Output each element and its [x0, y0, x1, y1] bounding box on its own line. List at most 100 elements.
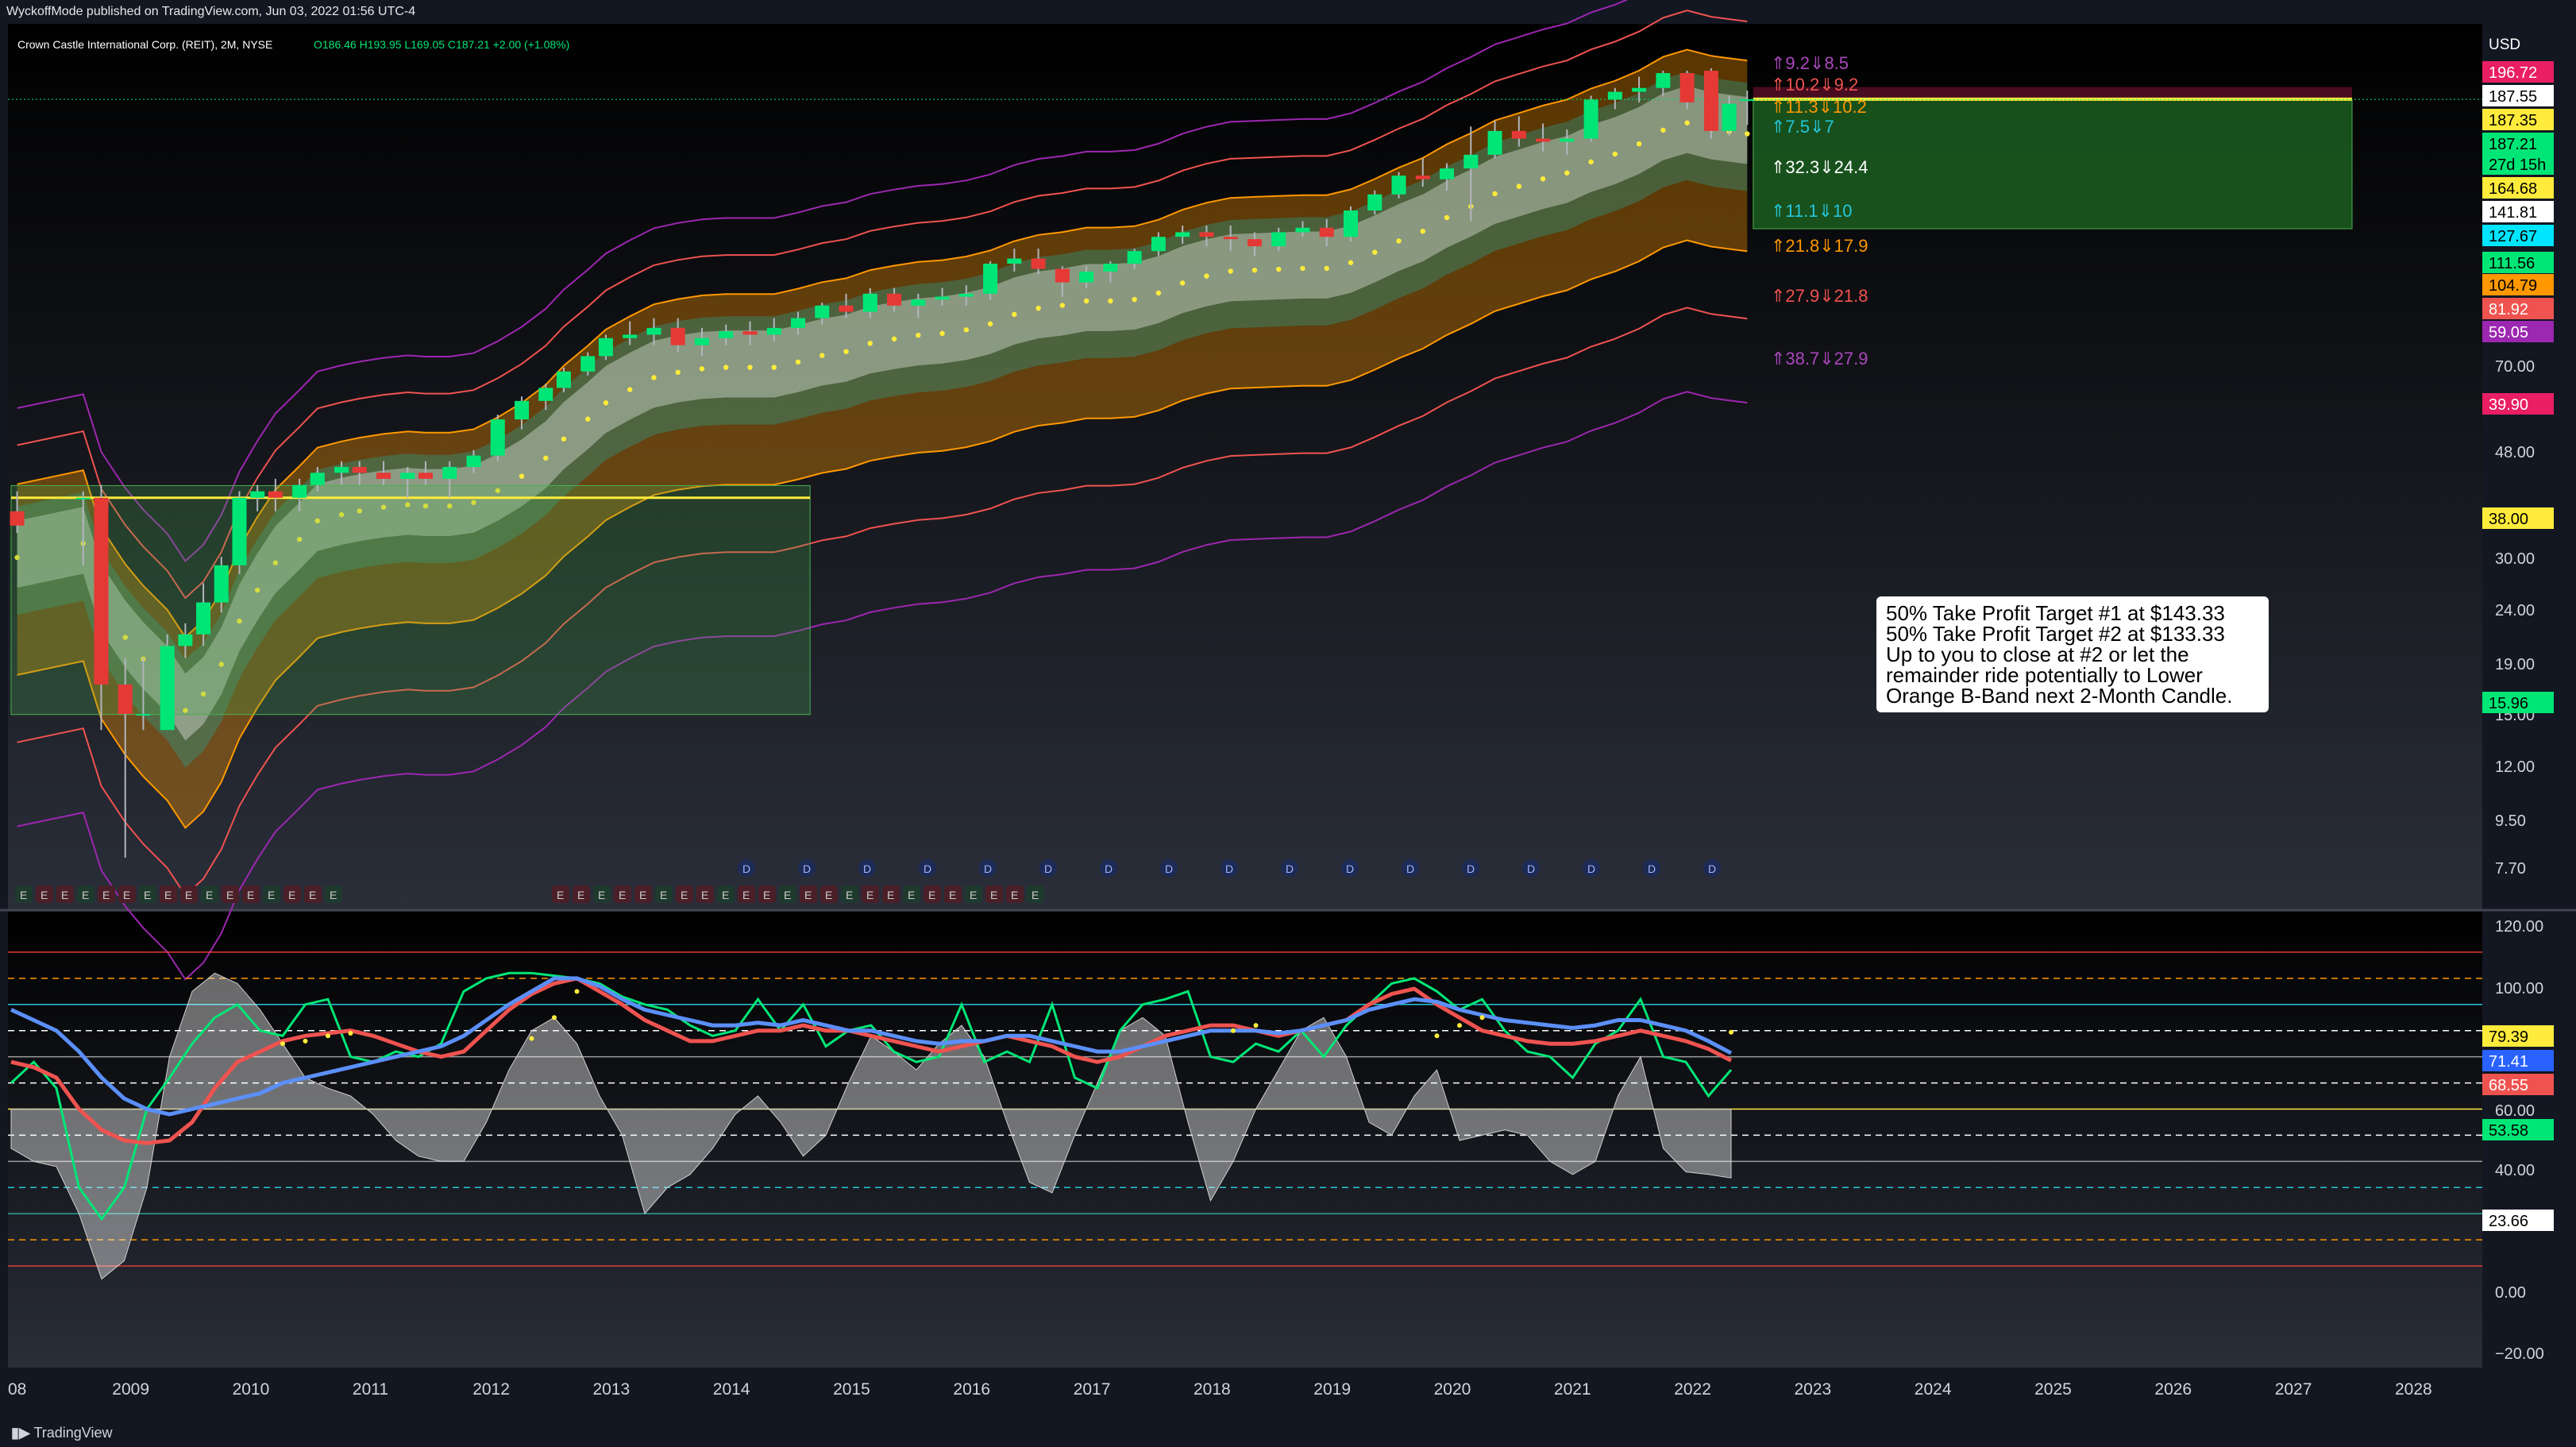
event-badge-letter: E — [268, 889, 275, 901]
candle-body — [1031, 258, 1046, 269]
candle-body — [815, 305, 830, 318]
candle-body — [1391, 176, 1406, 195]
midline-dot — [771, 365, 777, 370]
candle-body — [1343, 210, 1358, 237]
candle-body — [1295, 227, 1310, 233]
price-tick: 12.00 — [2495, 758, 2535, 776]
osc-dot — [552, 1015, 557, 1021]
candle-body — [839, 305, 854, 312]
price-tick: 19.00 — [2495, 656, 2535, 673]
midline-dot — [1348, 260, 1354, 265]
osc-dot — [1253, 1023, 1259, 1028]
osc-dot — [1434, 1033, 1440, 1039]
osc-tick: −20.00 — [2495, 1345, 2544, 1363]
osc-dot — [1729, 1029, 1733, 1035]
event-badge-letter: E — [763, 889, 770, 901]
candle-body — [1607, 91, 1622, 100]
currency-label: USD — [2489, 37, 2520, 53]
midline-dot — [963, 327, 970, 333]
dividend-badge-letter: D — [1346, 862, 1354, 875]
event-badge-letter: E — [577, 889, 584, 901]
tradingview-logo[interactable]: ▮▶ TradingView — [11, 1425, 113, 1441]
price-label: 164.68 — [2489, 180, 2537, 198]
midline-dot — [1059, 303, 1066, 308]
candle-body — [1722, 103, 1737, 131]
price-label: 111.56 — [2489, 255, 2535, 272]
price-tick: 24.00 — [2495, 602, 2535, 619]
price-label: 187.35 — [2489, 112, 2537, 129]
event-badge-letter: E — [825, 889, 832, 901]
osc-dot — [529, 1036, 534, 1041]
midline-dot — [1012, 311, 1017, 318]
price-tick: 70.00 — [2495, 358, 2535, 376]
band-label: ⇑9.2⇓8.5 — [1771, 53, 1849, 73]
event-badge-letter: E — [185, 889, 192, 901]
price-tick: 48.00 — [2495, 444, 2535, 461]
x-tick: 08 — [8, 1380, 26, 1399]
midline-dot — [1204, 273, 1209, 279]
osc-value-label: 23.66 — [2489, 1213, 2528, 1230]
price-label: 187.55 — [2489, 88, 2537, 106]
event-badge-letter: E — [102, 889, 110, 901]
midline-dot — [1228, 268, 1233, 274]
event-badge-letter: E — [928, 889, 935, 901]
x-tick: 2017 — [1074, 1380, 1111, 1399]
dividend-badge-letter: D — [1105, 862, 1113, 875]
midline-dot — [1492, 191, 1498, 197]
x-tick: 2014 — [713, 1380, 750, 1399]
candle-body — [232, 497, 247, 565]
tradingview-brand-text: TradingView — [33, 1425, 113, 1441]
x-tick: 2010 — [233, 1380, 270, 1399]
event-badge-letter: E — [61, 889, 68, 901]
candle-body — [766, 327, 781, 335]
event-badge-letter: E — [619, 889, 626, 901]
event-badge-letter: E — [123, 889, 130, 901]
candle-body — [646, 327, 661, 335]
event-badge-letter: E — [247, 889, 254, 901]
midline-dot — [891, 336, 897, 341]
candle-body — [490, 419, 505, 456]
midline-dot — [603, 400, 609, 406]
event-badge-letter: E — [784, 889, 791, 901]
band-label: ⇑10.2⇓9.2 — [1771, 75, 1858, 95]
price-tick: 9.50 — [2495, 812, 2526, 830]
candle-body — [1487, 130, 1502, 155]
event-badge-letter: E — [846, 889, 853, 901]
x-tick: 2021 — [1554, 1380, 1591, 1399]
candle-body — [400, 473, 415, 479]
dividend-badge-letter: D — [1225, 862, 1233, 875]
event-badge-letter: E — [309, 889, 316, 901]
oscillator-pane-bg — [8, 912, 2482, 1368]
x-tick: 2026 — [2154, 1380, 2192, 1399]
midline-dot — [723, 365, 729, 370]
midline-dot — [916, 332, 921, 338]
chart-canvas[interactable]: Crown Castle International Corp. (REIT),… — [0, 0, 2576, 1447]
price-label: 104.79 — [2489, 277, 2537, 295]
midline-dot — [1396, 238, 1402, 244]
candle-body — [719, 331, 734, 338]
band-label: ⇑11.1⇓10 — [1771, 201, 1853, 221]
x-tick: 2019 — [1313, 1380, 1351, 1399]
candle-body — [791, 318, 806, 328]
price-label: 39.90 — [2489, 396, 2528, 414]
dividend-badge-letter: D — [742, 862, 750, 875]
event-badge-letter: E — [804, 889, 812, 901]
band-label: ⇑27.9⇓21.8 — [1771, 286, 1868, 306]
osc-dot — [326, 1033, 330, 1039]
event-badge-letter: E — [742, 889, 750, 901]
price-label: 15.96 — [2489, 695, 2528, 712]
event-badge-letter: E — [639, 889, 646, 901]
event-badge-letter: E — [288, 889, 295, 901]
candle-body — [1583, 99, 1598, 139]
candle-body — [1055, 268, 1070, 283]
price-label: 59.05 — [2489, 324, 2528, 341]
midline-dot — [819, 353, 825, 358]
candle-body — [1656, 73, 1671, 88]
x-tick: 2020 — [1434, 1380, 1471, 1399]
osc-dot — [303, 1038, 308, 1044]
midline-dot — [1300, 265, 1305, 272]
candle-body — [694, 338, 709, 345]
midline-dot — [1179, 280, 1186, 286]
x-tick: 2023 — [1795, 1380, 1832, 1399]
midline-dot — [1612, 151, 1618, 157]
